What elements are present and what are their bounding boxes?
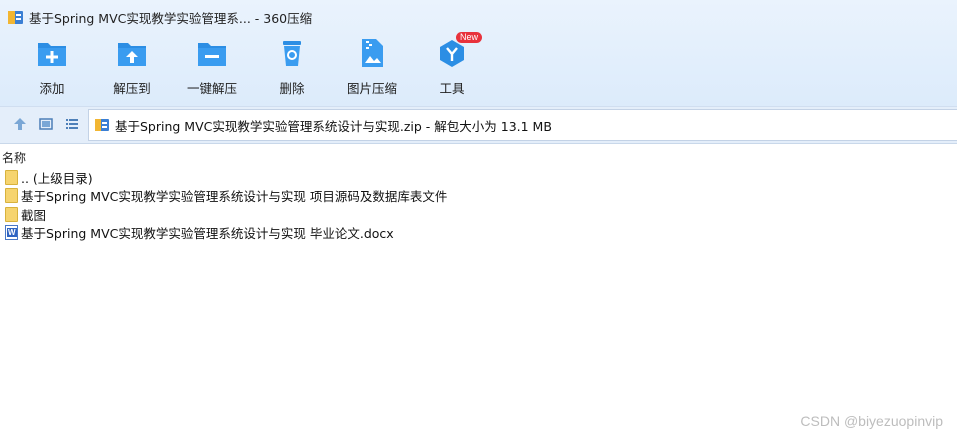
tools-label: 工具: [439, 81, 465, 96]
list-item-parent-directory[interactable]: .. (上级目录): [0, 168, 957, 187]
thumbnail-view-icon[interactable]: [38, 116, 54, 132]
column-header-name[interactable]: 名称: [0, 146, 957, 166]
file-name: 基于Spring MVC实现教学实验管理系统设计与实现 项目源码及数据库表文件: [21, 189, 448, 205]
folder-icon: [5, 169, 18, 185]
list-item-thesis-docx[interactable]: 基于Spring MVC实现教学实验管理系统设计与实现 毕业论文.docx: [0, 224, 957, 243]
new-badge: New: [455, 32, 482, 43]
address-bar-row: 基于Spring MVC实现教学实验管理系统设计与实现.zip - 解包大小为 …: [0, 106, 957, 144]
word-document-icon: [5, 225, 18, 241]
file-list: .. (上级目录) 基于Spring MVC实现教学实验管理系统设计与实现 项目…: [0, 168, 957, 242]
name-column-label: 名称: [2, 151, 27, 165]
file-name: .. (上级目录): [21, 170, 93, 186]
one-click-extract-button[interactable]: 一键解压: [176, 38, 248, 97]
add-folder-icon: [36, 38, 68, 68]
file-name: 基于Spring MVC实现教学实验管理系统设计与实现 毕业论文.docx: [21, 226, 394, 242]
extract-folder-icon: [116, 38, 148, 68]
toolbar: 添加 解压到 一键解压 删除 图片压缩 New 工具: [0, 32, 957, 98]
add-button[interactable]: 添加: [16, 38, 88, 97]
list-item-screenshots-folder[interactable]: 截图: [0, 205, 957, 224]
folder-icon: [5, 206, 18, 222]
extract-to-button[interactable]: 解压到: [96, 38, 168, 97]
list-view-icon[interactable]: [64, 116, 80, 132]
file-name: 截图: [21, 207, 47, 223]
top-header: 基于Spring MVC实现教学实验管理系... - 360压缩 添加 解压到 …: [0, 0, 957, 106]
archive-path-text: 基于Spring MVC实现教学实验管理系统设计与实现.zip - 解包大小为 …: [115, 118, 552, 134]
tools-button[interactable]: New 工具: [416, 32, 488, 97]
one-click-extract-label: 一键解压: [186, 81, 237, 96]
title-bar: 基于Spring MVC实现教学实验管理系... - 360压缩: [0, 0, 957, 34]
up-arrow-icon[interactable]: [12, 116, 28, 132]
path-field[interactable]: 基于Spring MVC实现教学实验管理系统设计与实现.zip - 解包大小为 …: [88, 109, 957, 141]
extract-to-label: 解压到: [113, 81, 151, 96]
list-item-source-folder[interactable]: 基于Spring MVC实现教学实验管理系统设计与实现 项目源码及数据库表文件: [0, 187, 957, 206]
csdn-watermark: CSDN @biyezuopinvip: [800, 413, 943, 429]
delete-label: 删除: [279, 81, 305, 96]
recycle-bin-icon: [276, 38, 308, 68]
image-compress-button[interactable]: 图片压缩: [336, 38, 408, 97]
folder-icon: [5, 188, 18, 204]
window-title: 基于Spring MVC实现教学实验管理系... - 360压缩: [29, 10, 313, 26]
zip-file-icon: [94, 117, 110, 133]
one-click-extract-icon: [196, 38, 228, 68]
tools-icon: New: [436, 32, 482, 68]
archive-app-icon: [7, 9, 24, 26]
image-compress-label: 图片压缩: [346, 81, 397, 96]
image-compress-icon: [356, 38, 388, 68]
add-label: 添加: [39, 81, 65, 96]
delete-button[interactable]: 删除: [256, 38, 328, 97]
